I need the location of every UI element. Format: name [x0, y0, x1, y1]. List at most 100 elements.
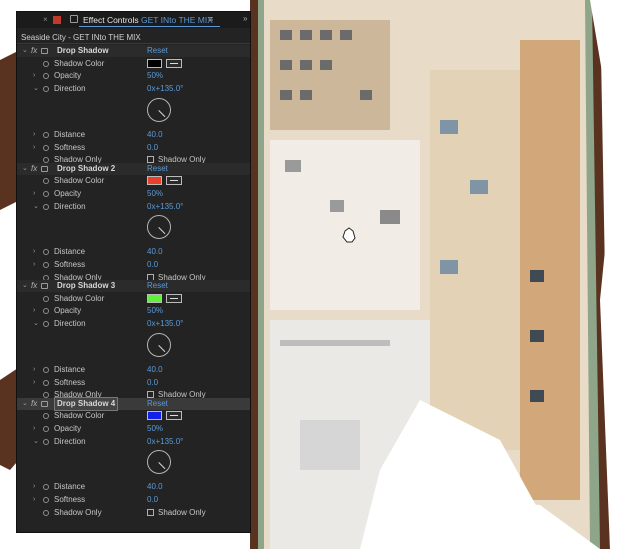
stopwatch-icon[interactable]	[43, 366, 49, 373]
property-label: Distance	[54, 129, 86, 139]
opacity-value[interactable]: 50%	[147, 188, 163, 200]
stopwatch-icon[interactable]	[43, 308, 49, 315]
stopwatch-icon[interactable]	[43, 425, 49, 432]
lock-icon[interactable]	[70, 15, 78, 23]
softness-value[interactable]: 0.0	[147, 259, 158, 271]
distance-value[interactable]: 40.0	[147, 481, 163, 493]
color-swatch[interactable]	[147, 58, 162, 68]
effect-header-row[interactable]: ⌄ fx Drop Shadow 4 Reset	[17, 396, 250, 411]
distance-value[interactable]: 40.0	[147, 364, 163, 376]
twirl-down-icon[interactable]: ⌄	[33, 201, 39, 213]
stopwatch-icon[interactable]	[43, 413, 49, 420]
stopwatch-icon[interactable]	[43, 203, 49, 210]
softness-value[interactable]: 0.0	[147, 377, 158, 389]
direction-value[interactable]: 0x+135.0°	[147, 201, 183, 213]
twirl-down-icon[interactable]: ⌄	[22, 163, 28, 175]
softness-value[interactable]: 0.0	[147, 494, 158, 506]
stopwatch-icon[interactable]	[43, 321, 49, 328]
stopwatch-icon[interactable]	[43, 497, 49, 504]
reset-link[interactable]: Reset	[147, 45, 168, 57]
effect-name[interactable]: Drop Shadow 3	[57, 280, 115, 292]
distance-value[interactable]: 40.0	[147, 246, 163, 258]
opacity-value[interactable]: 50%	[147, 70, 163, 82]
color-swatch[interactable]	[147, 411, 162, 421]
stopwatch-icon[interactable]	[43, 86, 49, 93]
twirl-right-icon[interactable]: ›	[33, 423, 35, 435]
property-label: Shadow Color	[54, 176, 105, 186]
twirl-right-icon[interactable]: ›	[33, 364, 35, 376]
twirl-down-icon[interactable]: ⌄	[33, 318, 39, 330]
twirl-right-icon[interactable]: ›	[33, 494, 35, 506]
direction-dial[interactable]	[147, 215, 171, 240]
softness-value[interactable]: 0.0	[147, 142, 158, 154]
twirl-down-icon[interactable]: ⌄	[22, 398, 28, 410]
stopwatch-icon[interactable]	[43, 249, 49, 256]
panel-menu-icon[interactable]: ≡	[208, 14, 213, 24]
reset-link[interactable]: Reset	[147, 280, 168, 292]
color-swatch[interactable]	[147, 293, 162, 303]
stopwatch-icon[interactable]	[43, 484, 49, 491]
direction-dial[interactable]	[147, 450, 171, 475]
shadow-color-row: Shadow Color	[17, 58, 250, 70]
property-label: Softness	[54, 377, 86, 387]
twirl-right-icon[interactable]: ›	[33, 142, 35, 154]
stopwatch-icon[interactable]	[43, 262, 49, 269]
fx-toggle-icon[interactable]: fx	[31, 163, 37, 175]
effect-name[interactable]: Drop Shadow	[57, 45, 109, 57]
effect-header-row[interactable]: ⌄ fx Drop Shadow 3 Reset	[17, 280, 250, 292]
effect-header-row[interactable]: ⌄ fx Drop Shadow Reset	[17, 45, 250, 57]
property-label: Softness	[54, 260, 86, 270]
stopwatch-icon[interactable]	[43, 379, 49, 386]
twirl-right-icon[interactable]: ›	[33, 129, 35, 141]
fx-toggle-icon[interactable]: fx	[31, 45, 37, 57]
tab-effect-controls[interactable]: Effect Controls GET INto THE MIX	[83, 15, 213, 25]
effect-header-row[interactable]: ⌄ fx Drop Shadow 2 Reset	[17, 162, 250, 175]
reset-link[interactable]: Reset	[147, 163, 168, 175]
direction-value[interactable]: 0x+135.0°	[147, 83, 183, 95]
direction-value[interactable]: 0x+135.0°	[147, 318, 183, 330]
direction-dial[interactable]	[147, 332, 171, 357]
shadow-only-checkbox[interactable]	[147, 508, 154, 516]
fx-toggle-icon[interactable]: fx	[31, 280, 37, 292]
effect-name[interactable]: Drop Shadow 2	[57, 163, 115, 175]
twirl-down-icon[interactable]: ⌄	[22, 45, 28, 57]
color-swatch[interactable]	[147, 176, 162, 186]
effect-preset-icon	[41, 48, 48, 54]
opacity-value[interactable]: 50%	[147, 305, 163, 317]
stopwatch-icon[interactable]	[43, 60, 49, 67]
twirl-right-icon[interactable]: ›	[33, 188, 35, 200]
effect-name[interactable]: Drop Shadow 4	[53, 396, 119, 411]
stopwatch-icon[interactable]	[43, 178, 49, 185]
twirl-right-icon[interactable]: ›	[33, 377, 35, 389]
distance-value[interactable]: 40.0	[147, 129, 163, 141]
panel-header: Seaside City - GET INto THE MIX	[21, 33, 141, 42]
stopwatch-icon[interactable]	[43, 73, 49, 80]
direction-value[interactable]: 0x+135.0°	[147, 436, 183, 448]
twirl-down-icon[interactable]: ⌄	[22, 280, 28, 292]
stopwatch-icon[interactable]	[43, 131, 49, 138]
eyedropper-icon[interactable]	[166, 411, 182, 421]
opacity-value[interactable]: 50%	[147, 423, 163, 435]
close-icon[interactable]: ×	[43, 15, 48, 24]
direction-dial[interactable]	[147, 97, 171, 122]
stopwatch-icon[interactable]	[43, 144, 49, 151]
eyedropper-icon[interactable]	[166, 293, 182, 303]
property-label: Distance	[54, 364, 86, 374]
stopwatch-icon[interactable]	[43, 509, 49, 516]
eyedropper-icon[interactable]	[166, 58, 182, 68]
fx-toggle-icon[interactable]: fx	[31, 398, 37, 410]
stopwatch-icon[interactable]	[43, 438, 49, 445]
stopwatch-icon[interactable]	[43, 295, 49, 302]
reset-link[interactable]: Reset	[147, 398, 168, 410]
stopwatch-icon[interactable]	[43, 190, 49, 197]
panel-overflow-icon[interactable]: »	[243, 14, 247, 23]
twirl-right-icon[interactable]: ›	[33, 305, 35, 317]
distance-row: › Distance 40.0	[17, 364, 250, 376]
twirl-right-icon[interactable]: ›	[33, 481, 35, 493]
twirl-right-icon[interactable]: ›	[33, 259, 35, 271]
twirl-down-icon[interactable]: ⌄	[33, 83, 39, 95]
twirl-down-icon[interactable]: ⌄	[33, 436, 39, 448]
twirl-right-icon[interactable]: ›	[33, 246, 35, 258]
eyedropper-icon[interactable]	[166, 176, 182, 186]
twirl-right-icon[interactable]: ›	[33, 70, 35, 82]
